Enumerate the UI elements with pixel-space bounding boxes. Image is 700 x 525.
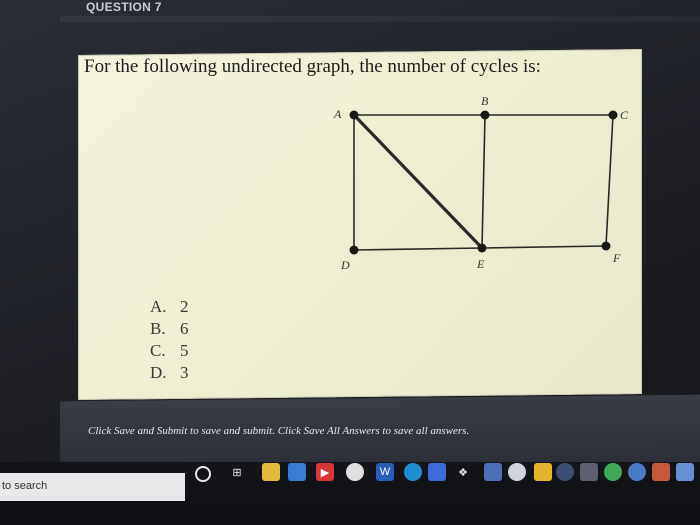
question-text: For the following undirected graph, the … [84,56,541,77]
youtube-icon[interactable]: ▶ [316,463,334,481]
chrome-icon[interactable] [346,463,364,481]
answer-option[interactable]: A. 2 [150,296,189,318]
mail-icon[interactable] [288,463,306,481]
app-icon[interactable] [676,463,694,481]
question-header-bar [60,16,700,22]
node-b [480,110,490,120]
photos-icon[interactable] [484,463,502,481]
music-icon[interactable] [508,463,526,481]
save-instructions: Click Save and Submit to save and submit… [88,425,470,437]
edge-icon[interactable] [404,463,422,481]
edge-a-e [352,113,484,250]
store-icon[interactable] [428,463,446,481]
node-label-c: C [620,108,629,122]
node-e [477,243,487,253]
node-c [608,110,618,120]
edge-c-f [605,114,614,247]
teams-icon[interactable] [604,463,622,481]
edge-d-e [353,247,483,251]
taskbar-search-box[interactable]: to search [0,473,185,501]
question-number-label: QUESTION 7 [86,0,162,14]
node-label-f: F [612,251,621,265]
node-d [349,245,359,255]
node-label-a: A [333,107,342,121]
node-f [601,241,611,251]
graph-diagram: A B C D E F [333,94,629,272]
answer-option[interactable]: D. 3 [150,362,189,384]
sticky-notes-icon[interactable] [534,463,552,481]
answer-option[interactable]: B. 6 [150,318,189,340]
search-placeholder: to search [2,480,48,492]
file-explorer-icon[interactable] [262,463,280,481]
task-view-icon[interactable]: ⊞ [228,463,246,481]
word-icon[interactable]: W [376,463,394,481]
edge-e-f [481,245,607,249]
dropbox-icon[interactable]: ❖ [454,463,472,481]
cortana-icon[interactable] [195,466,211,482]
answer-list: A. 2 B. 6 C. 5 D. 3 [150,296,189,384]
node-a [349,110,359,120]
steam-icon[interactable] [556,463,574,481]
answer-option[interactable]: C. 5 [150,340,189,362]
app-icon[interactable] [628,463,646,481]
node-label-e: E [476,257,485,271]
app-icon[interactable] [652,463,670,481]
node-label-b: B [481,94,489,108]
node-label-d: D [340,258,350,272]
edge-b-e [481,114,486,249]
settings-icon[interactable] [580,463,598,481]
